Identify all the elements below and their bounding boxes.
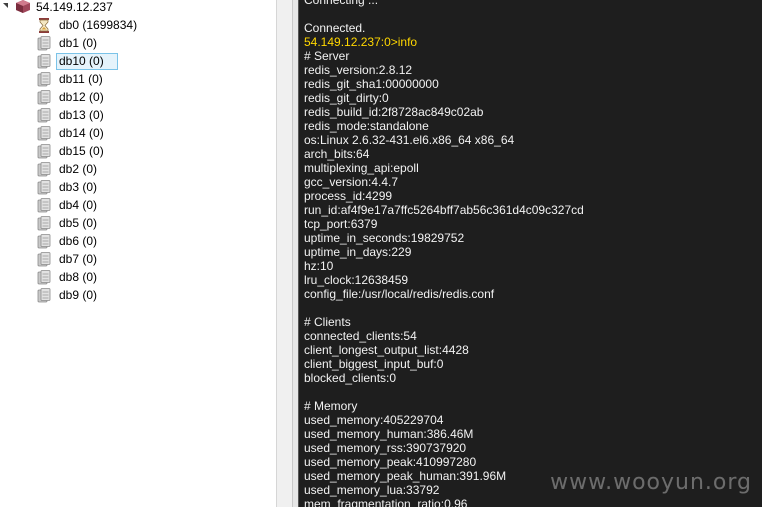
database-icon: [37, 54, 51, 69]
database-icon: [37, 108, 51, 123]
tree-item-label: db1 (0): [59, 36, 98, 50]
tree-item-label: db9 (0): [59, 288, 98, 302]
tree-item-db[interactable]: db2 (0): [34, 161, 274, 178]
console-line: uptime_in_days:229: [304, 245, 412, 259]
console-line: os:Linux 2.6.32-431.el6.x86_64 x86_64: [304, 133, 515, 147]
database-icon: [37, 180, 51, 195]
database-icon: [37, 90, 51, 105]
tree-item-label: db6 (0): [59, 234, 98, 248]
console-line: redis_git_dirty:0: [304, 91, 389, 105]
tree-item-label: db5 (0): [59, 216, 98, 230]
console-line: # Clients: [304, 315, 351, 329]
tree-item-label: db10 (0): [56, 53, 118, 70]
database-icon: [37, 72, 51, 87]
console-line: arch_bits:64: [304, 147, 370, 161]
console-line: Connecting ...: [304, 0, 379, 7]
database-icon: [37, 162, 51, 177]
tree-item-db[interactable]: db7 (0): [34, 251, 274, 268]
tree-item-label: db3 (0): [59, 180, 98, 194]
console-line: mem_fragmentation_ratio:0.96: [304, 497, 468, 507]
console-line: used_memory_lua:33792: [304, 483, 440, 497]
tree-item-label: db12 (0): [59, 90, 104, 104]
database-icon: [37, 270, 51, 285]
tree-item-db[interactable]: db9 (0): [34, 287, 274, 304]
server-icon: [16, 0, 30, 13]
console-line: # Server: [304, 49, 350, 63]
console-line: redis_build_id:2f8728ac849c02ab: [304, 105, 484, 119]
tree-root-server[interactable]: 54.149.12.237: [0, 0, 276, 16]
tree-item-db[interactable]: db8 (0): [34, 269, 274, 286]
hourglass-icon: [39, 18, 49, 33]
database-icon: [37, 144, 51, 159]
console-line: gcc_version:4.4.7: [304, 175, 399, 189]
tree-item-db[interactable]: db6 (0): [34, 233, 274, 250]
console-line: hz:10: [304, 259, 334, 273]
server-address-label: 54.149.12.237: [36, 0, 113, 14]
tree-item-db[interactable]: db0 (1699834): [34, 17, 274, 34]
console-line: redis_mode:standalone: [304, 119, 429, 133]
console-line: run_id:af4f9e17a7ffc5264bff7ab56c361d4c0…: [304, 203, 584, 217]
database-icon: [37, 216, 51, 231]
console-output[interactable]: Connecting ... Connected. 54.149.12.237:0>…: [298, 0, 762, 507]
tree-item-label: db14 (0): [59, 126, 104, 140]
database-icon: [37, 252, 51, 267]
tree-item-db[interactable]: db14 (0): [34, 125, 274, 142]
console-line: lru_clock:12638459: [304, 273, 409, 287]
tree-item-label: db0 (1699834): [59, 18, 138, 32]
console-line: redis_version:2.8.12: [304, 63, 413, 77]
tree-item-db[interactable]: db1 (0): [34, 35, 274, 52]
console-line: Connected.: [304, 21, 366, 35]
console-line: connected_clients:54: [304, 329, 417, 343]
tree-item-db[interactable]: db12 (0): [34, 89, 274, 106]
console-line: tcp_port:6379: [304, 217, 378, 231]
console-line: client_longest_output_list:4428: [304, 343, 469, 357]
tree-item-db[interactable]: db11 (0): [34, 71, 274, 88]
console-line: used_memory:405229704: [304, 413, 444, 427]
console-line: blocked_clients:0: [304, 371, 397, 385]
database-icon: [37, 198, 51, 213]
tree-item-label: db11 (0): [59, 72, 103, 86]
tree-item-label: db15 (0): [59, 144, 104, 158]
console-line: used_memory_rss:390737920: [304, 441, 467, 455]
database-tree: 54.149.12.237 db0 (1699834) db1 (0) db10 (…: [0, 0, 276, 507]
console-line: uptime_in_seconds:19829752: [304, 231, 465, 245]
tree-item-db[interactable]: db5 (0): [34, 215, 274, 232]
tree-item-db[interactable]: db13 (0): [34, 107, 274, 124]
console-line: process_id:4299: [304, 189, 393, 203]
pane-splitter[interactable]: [276, 0, 298, 507]
console-lines: Connecting ... Connected. 54.149.12.237:0>…: [304, 0, 584, 507]
tree-item-label: db7 (0): [59, 252, 98, 266]
database-icon: [37, 234, 51, 249]
console-line: used_memory_human:386.46M: [304, 427, 474, 441]
database-icon: [37, 126, 51, 141]
console-line: used_memory_peak:410997280: [304, 455, 477, 469]
tree-item-db[interactable]: db10 (0): [34, 53, 274, 70]
collapse-arrow-icon[interactable]: [3, 3, 8, 8]
console-line: config_file:/usr/local/redis/redis.conf: [304, 287, 495, 301]
tree-item-label: db8 (0): [59, 270, 98, 284]
tree-item-label: db13 (0): [59, 108, 104, 122]
console-prompt-line: 54.149.12.237:0>info: [304, 35, 418, 49]
database-icon: [37, 36, 51, 51]
tree-item-db[interactable]: db4 (0): [34, 197, 274, 214]
watermark: www.wooyun.org: [550, 470, 752, 495]
console-line: multiplexing_api:epoll: [304, 161, 419, 175]
console-line: client_biggest_input_buf:0: [304, 357, 444, 371]
console-line: used_memory_peak_human:391.96M: [304, 469, 507, 483]
tree-item-db[interactable]: db3 (0): [34, 179, 274, 196]
tree-item-label: db2 (0): [59, 162, 98, 176]
console-line: # Memory: [304, 399, 358, 413]
console-line: redis_git_sha1:00000000: [304, 77, 439, 91]
database-icon: [37, 288, 51, 303]
tree-item-db[interactable]: db15 (0): [34, 143, 274, 160]
tree-item-label: db4 (0): [59, 198, 98, 212]
